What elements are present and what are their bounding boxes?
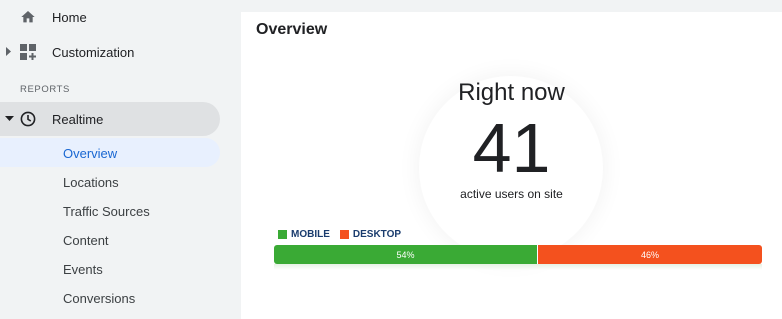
dashboard-add-icon bbox=[20, 44, 36, 60]
segment-percent-label: 46% bbox=[640, 249, 659, 260]
page-title: Overview bbox=[256, 21, 328, 38]
right-now-label: Right now bbox=[458, 79, 565, 106]
desktop-segment[interactable]: 46% bbox=[536, 245, 762, 264]
nav-item-customization-label: Customization bbox=[52, 44, 135, 60]
nav-item-realtime-label: Realtime bbox=[52, 111, 104, 127]
sidebar-item-overview[interactable]: Overview bbox=[0, 138, 220, 167]
sidebar: Home Customization REPORTS Realtime Over… bbox=[0, 0, 241, 319]
active-users-label: active users on site bbox=[460, 187, 563, 201]
reports-section-header: REPORTS bbox=[20, 84, 70, 95]
caret-right-icon bbox=[6, 47, 11, 56]
legend-entry-mobile: MOBILE bbox=[278, 229, 330, 240]
sidebar-item-events[interactable]: Events bbox=[0, 254, 220, 283]
segment-percent-label: 54% bbox=[396, 249, 415, 260]
device-breakdown-bar: 54% 46% bbox=[274, 245, 762, 264]
sidebar-item-label: Conversions bbox=[63, 291, 136, 306]
legend-label: MOBILE bbox=[291, 229, 330, 240]
sidebar-item-conversions[interactable]: Conversions bbox=[0, 283, 220, 312]
nav-item-customization[interactable]: Customization bbox=[0, 35, 240, 69]
sidebar-item-label: Traffic Sources bbox=[63, 204, 150, 219]
nav-item-home-label: Home bbox=[52, 9, 87, 25]
legend-label: DESKTOP bbox=[352, 229, 402, 240]
legend-entry-desktop: DESKTOP bbox=[339, 229, 402, 240]
sidebar-item-label: Locations bbox=[63, 175, 119, 190]
home-icon bbox=[21, 11, 35, 23]
device-legend: MOBILE DESKTOP bbox=[278, 229, 411, 240]
sidebar-item-locations[interactable]: Locations bbox=[0, 167, 220, 196]
sidebar-item-content[interactable]: Content bbox=[0, 225, 220, 254]
main-panel: Overview Right now 41 active users on si… bbox=[241, 12, 782, 319]
sidebar-item-label: Content bbox=[63, 233, 109, 248]
sidebar-item-label: Events bbox=[63, 262, 103, 277]
caret-down-icon bbox=[5, 116, 14, 121]
clock-icon bbox=[20, 111, 36, 127]
mobile-segment[interactable]: 54% bbox=[274, 245, 537, 264]
sidebar-item-traffic-sources[interactable]: Traffic Sources bbox=[0, 196, 220, 225]
nav-item-home[interactable]: Home bbox=[0, 0, 240, 34]
legend-swatch bbox=[278, 230, 287, 239]
sidebar-item-label: Overview bbox=[63, 146, 118, 161]
nav-item-realtime[interactable]: Realtime bbox=[0, 102, 220, 136]
bar-shadow bbox=[274, 264, 762, 270]
active-users-count: 41 bbox=[472, 109, 551, 187]
legend-swatch bbox=[339, 230, 349, 239]
